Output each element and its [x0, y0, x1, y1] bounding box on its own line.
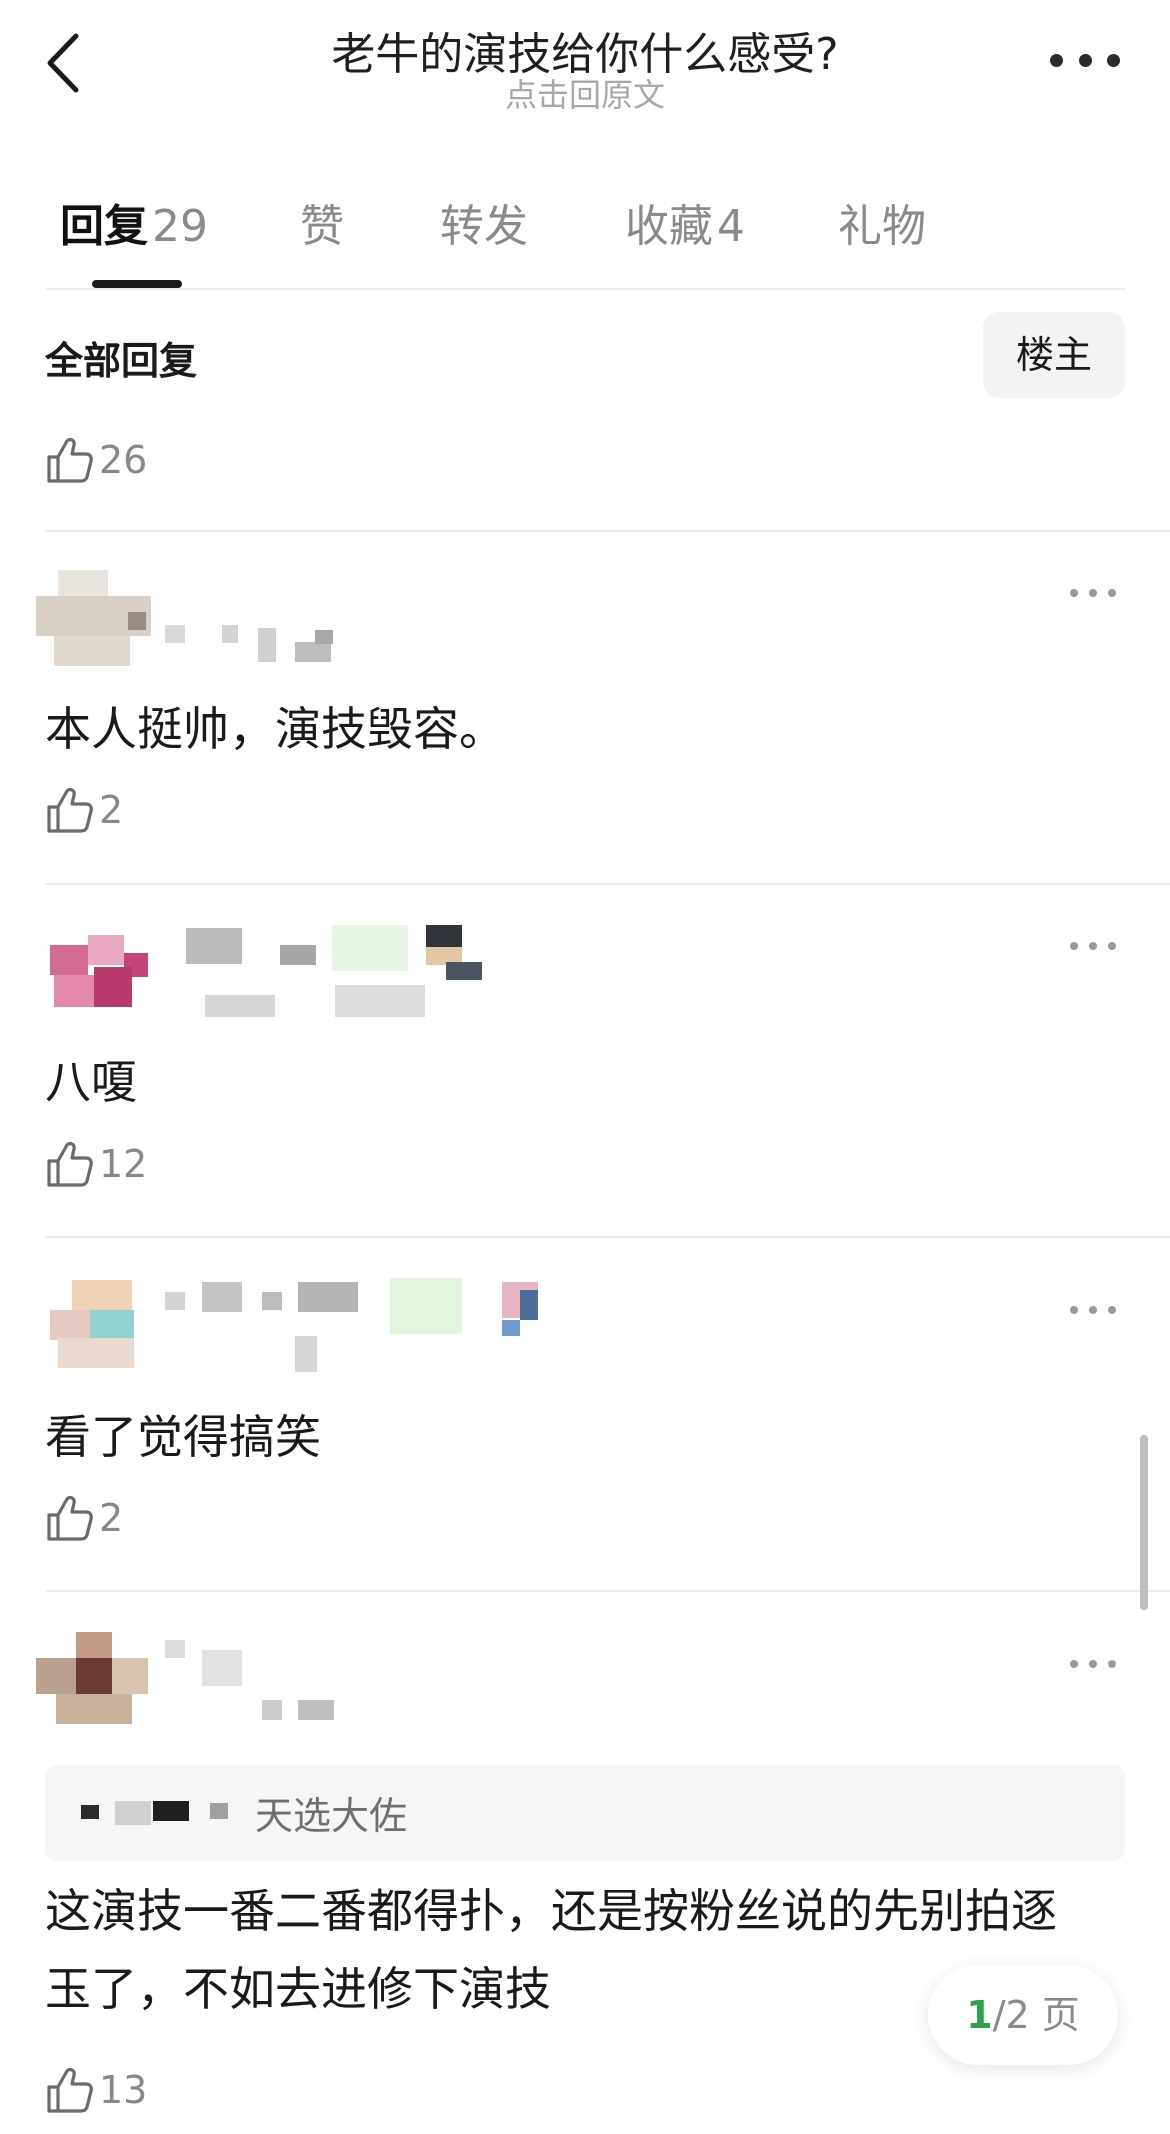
comment-more-button[interactable] [1070, 1660, 1116, 1672]
tab-count: 29 [152, 201, 208, 252]
divider [45, 1590, 1170, 1592]
page-indicator[interactable]: 1/2 页 [928, 1965, 1118, 2065]
like-count: 12 [99, 1142, 148, 1186]
comment-more-button[interactable] [1070, 589, 1116, 601]
comment-text: 看了觉得搞笑 [45, 1410, 321, 1464]
tab-label: 赞 [300, 201, 344, 252]
like-count: 2 [99, 788, 124, 832]
like-button[interactable]: 13 [45, 2062, 147, 2118]
like-button[interactable]: 2 [45, 782, 123, 838]
back-to-original-link[interactable]: 点击回原文 [0, 70, 1170, 116]
quoted-username: 天选大佐 [255, 1794, 408, 1838]
tab-bar: 回复29 赞 转发 收藏4 礼物 [0, 190, 1170, 290]
thumbs-up-icon [47, 1142, 93, 1187]
avatar[interactable] [36, 570, 151, 666]
more-dots-icon [1070, 1660, 1078, 1668]
tab-label: 转发 [440, 201, 528, 252]
total-pages: /2 页 [992, 1993, 1080, 2037]
tab-reposts[interactable]: 转发 [440, 190, 528, 254]
quoted-reply[interactable]: 天选大佐 [45, 1765, 1125, 1861]
divider [45, 1236, 1170, 1238]
tab-label: 回复 [60, 201, 148, 252]
more-menu-button[interactable] [1050, 50, 1120, 70]
tab-replies[interactable]: 回复29 [60, 190, 208, 254]
like-button[interactable]: 2 [45, 1490, 123, 1546]
thumbs-up-icon [47, 438, 93, 483]
thumbs-up-icon [47, 2068, 93, 2113]
comment-text-line-1: 这演技一番二番都得扑，还是按粉丝说的先别拍逐 [45, 1884, 1057, 1938]
host-only-button[interactable]: 楼主 [983, 312, 1125, 398]
comment-more-button[interactable] [1070, 942, 1116, 954]
comment-more-button[interactable] [1070, 1306, 1116, 1318]
avatar[interactable] [36, 1276, 151, 1371]
like-count: 2 [99, 1496, 124, 1540]
tab-gifts[interactable]: 礼物 [838, 190, 926, 254]
divider [45, 530, 1170, 532]
scrollbar-thumb[interactable] [1140, 1435, 1148, 1610]
thumbs-up-icon [47, 1496, 93, 1541]
avatar[interactable] [36, 923, 151, 1018]
more-dots-icon [1070, 1306, 1078, 1314]
tab-divider [45, 288, 1125, 290]
tab-likes[interactable]: 赞 [300, 190, 344, 254]
tab-favorites[interactable]: 收藏4 [625, 190, 745, 254]
section-title: 全部回复 [45, 339, 198, 383]
tab-label: 礼物 [838, 201, 926, 252]
top-bar: 老牛的演技给你什么感受? 点击回原文 [0, 0, 1170, 130]
more-dots-icon [1050, 53, 1063, 67]
comment-text-line-2: 玉了，不如去进修下演技 [45, 1962, 551, 2016]
like-count: 26 [99, 438, 148, 482]
tab-count: 4 [717, 201, 745, 252]
divider [45, 883, 1170, 885]
avatar[interactable] [36, 1632, 151, 1727]
more-dots-icon [1070, 589, 1078, 597]
active-tab-indicator [92, 280, 182, 288]
comment-text: 八嗄 [45, 1055, 137, 1109]
comment-text: 本人挺帅，演技毁容。 [45, 702, 505, 756]
current-page: 1 [966, 1993, 993, 2037]
more-dots-icon [1070, 942, 1078, 950]
like-button[interactable]: 12 [45, 1136, 147, 1192]
like-button[interactable]: 26 [45, 432, 147, 488]
thumbs-up-icon [47, 788, 93, 833]
like-count: 13 [99, 2068, 148, 2112]
tab-label: 收藏 [625, 201, 713, 252]
